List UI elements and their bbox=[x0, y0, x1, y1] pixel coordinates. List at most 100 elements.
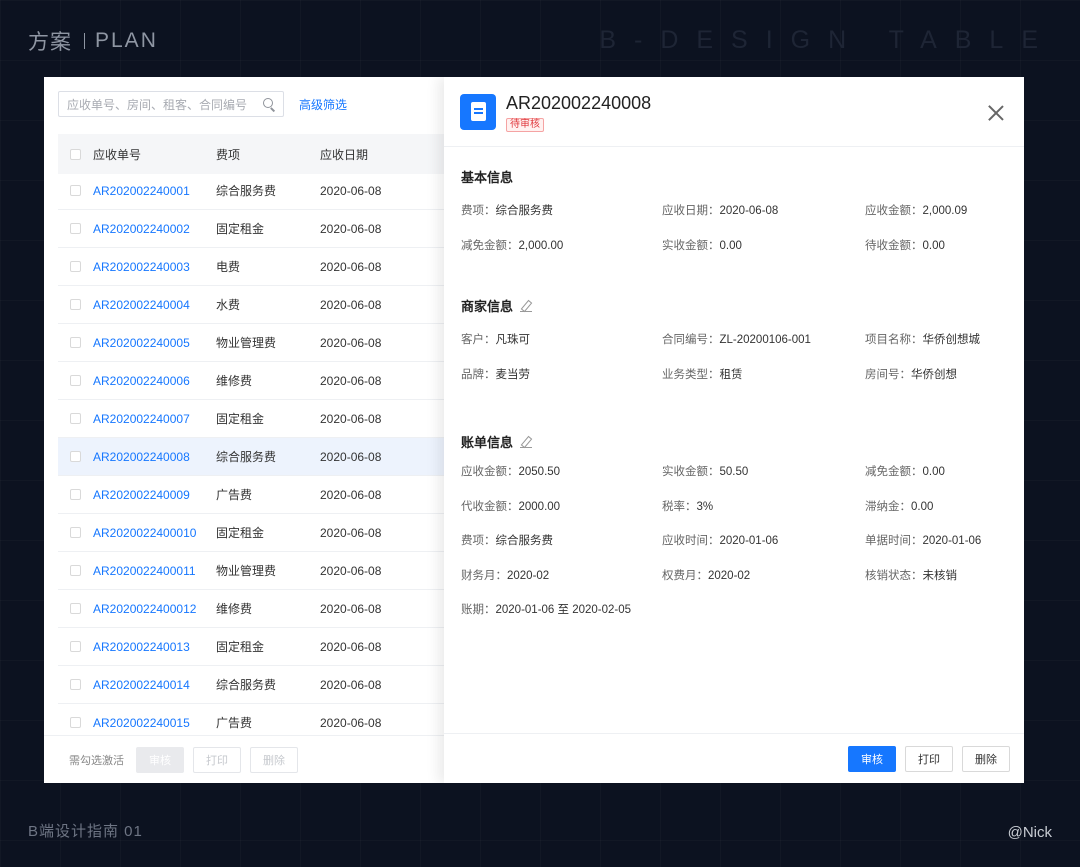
bulk-delete-button[interactable]: 删除 bbox=[250, 746, 298, 773]
detail-drawer: AR202002240008 待审核 基本信息 费项：综合服务费 应收日期：202… bbox=[444, 77, 1024, 783]
field-label: 税率： bbox=[662, 500, 697, 513]
table-row[interactable]: AR202002240001 综合服务费 2020-06-08 bbox=[58, 172, 448, 210]
row-fee: 固定租金 bbox=[216, 412, 265, 426]
approve-button[interactable]: 审核 bbox=[848, 746, 896, 772]
row-checkbox[interactable] bbox=[70, 375, 81, 386]
field-value: 麦当劳 bbox=[495, 369, 531, 381]
field-label: 应收时间： bbox=[662, 535, 720, 547]
row-date: 2020-06-08 bbox=[320, 449, 382, 464]
search-input[interactable]: 应收单号、房间、租客、合同编号 bbox=[58, 91, 284, 117]
row-number-link[interactable]: AR2020022400010 bbox=[93, 526, 196, 540]
row-checkbox[interactable] bbox=[70, 223, 81, 234]
field-label: 滞纳金： bbox=[865, 500, 911, 513]
field-value: 华侨创想城 bbox=[922, 334, 981, 346]
row-number-link[interactable]: AR202002240015 bbox=[93, 716, 190, 730]
table-row[interactable]: AR202002240009 广告费 2020-06-08 bbox=[58, 476, 448, 514]
bill-field: 应收金额：2050.50 bbox=[461, 463, 560, 479]
row-number-link[interactable]: AR2020022400012 bbox=[93, 602, 196, 616]
field-label: 账期： bbox=[461, 604, 496, 616]
row-checkbox[interactable] bbox=[70, 717, 81, 728]
row-fee: 电费 bbox=[216, 260, 241, 274]
merchant-field: 业务类型：租赁 bbox=[662, 366, 743, 382]
advanced-filter-link[interactable]: 高级筛选 bbox=[299, 96, 347, 113]
row-checkbox[interactable] bbox=[70, 603, 81, 614]
row-checkbox[interactable] bbox=[70, 679, 81, 690]
bulk-approve-button[interactable]: 审核 bbox=[136, 746, 184, 773]
field-value: 2020-06-08 bbox=[719, 205, 779, 217]
row-checkbox[interactable] bbox=[70, 261, 81, 272]
row-date: 2020-06-08 bbox=[320, 525, 382, 540]
field-label: 费项： bbox=[461, 535, 496, 547]
search-icon[interactable] bbox=[263, 98, 275, 110]
row-number-link[interactable]: AR202002240013 bbox=[93, 640, 190, 654]
row-checkbox[interactable] bbox=[70, 641, 81, 652]
merchant-field: 合同编号：ZL-20200106-001 bbox=[662, 331, 811, 347]
basic-field: 待收金额：0.00 bbox=[865, 237, 945, 253]
row-number-link[interactable]: AR202002240002 bbox=[93, 222, 190, 236]
table-row[interactable]: AR2020022400012 维修费 2020-06-08 bbox=[58, 590, 448, 628]
table-row[interactable]: AR202002240014 综合服务费 2020-06-08 bbox=[58, 666, 448, 704]
field-value: 2020-02 bbox=[708, 569, 751, 582]
row-fee: 综合服务费 bbox=[216, 450, 277, 464]
row-checkbox[interactable] bbox=[70, 527, 81, 538]
bill-field: 应收时间：2020-01-06 bbox=[662, 532, 778, 548]
row-date: 2020-06-08 bbox=[320, 411, 382, 426]
close-icon[interactable] bbox=[988, 105, 1004, 121]
section-title-basic-text: 基本信息 bbox=[461, 170, 514, 185]
bill-field: 核销状态：未核销 bbox=[865, 567, 957, 583]
field-value: 2020-01-06 bbox=[719, 535, 779, 547]
row-checkbox[interactable] bbox=[70, 413, 81, 424]
edit-merchant-icon[interactable] bbox=[520, 300, 533, 312]
section-title-bill-text: 账单信息 bbox=[461, 435, 514, 450]
row-number-link[interactable]: AR202002240009 bbox=[93, 488, 190, 502]
select-all-checkbox[interactable] bbox=[70, 148, 81, 160]
page-title: 方案 PLAN bbox=[28, 26, 158, 56]
table-row[interactable]: AR202002240005 物业管理费 2020-06-08 bbox=[58, 324, 448, 362]
field-label: 客户： bbox=[461, 334, 496, 346]
bill-field: 权费月：2020-02 bbox=[662, 567, 750, 583]
row-date: 2020-06-08 bbox=[320, 487, 382, 502]
row-number-link[interactable]: AR202002240014 bbox=[93, 678, 190, 692]
field-label: 实收金额： bbox=[662, 240, 720, 252]
row-checkbox[interactable] bbox=[70, 299, 81, 310]
basic-field: 应收金额：2,000.09 bbox=[865, 202, 967, 218]
table-row[interactable]: AR202002240013 固定租金 2020-06-08 bbox=[58, 628, 448, 666]
table-row[interactable]: AR202002240006 维修费 2020-06-08 bbox=[58, 362, 448, 400]
field-label: 业务类型： bbox=[662, 369, 720, 381]
row-checkbox[interactable] bbox=[70, 451, 81, 462]
print-button[interactable]: 打印 bbox=[905, 746, 953, 772]
row-number-link[interactable]: AR202002240008 bbox=[93, 450, 190, 464]
field-label: 减免金额： bbox=[865, 466, 923, 478]
row-checkbox[interactable] bbox=[70, 185, 81, 196]
row-number-link[interactable]: AR202002240006 bbox=[93, 374, 190, 388]
bulk-print-button[interactable]: 打印 bbox=[193, 746, 241, 773]
table-row[interactable]: AR202002240002 固定租金 2020-06-08 bbox=[58, 210, 448, 248]
edit-bill-icon[interactable] bbox=[520, 436, 533, 448]
table-row[interactable]: AR2020022400010 固定租金 2020-06-08 bbox=[58, 514, 448, 552]
basic-field: 减免金额：2,000.00 bbox=[461, 237, 563, 253]
row-date: 2020-06-08 bbox=[320, 335, 382, 350]
row-date: 2020-06-08 bbox=[320, 601, 382, 616]
row-checkbox[interactable] bbox=[70, 565, 81, 576]
table-row[interactable]: AR202002240008 综合服务费 2020-06-08 bbox=[58, 438, 448, 476]
field-label: 品牌： bbox=[461, 369, 496, 381]
app-window: 应收单号、房间、租客、合同编号 高级筛选 应收单号 费项 应收日期 AR2020… bbox=[44, 77, 1024, 783]
field-value: 0.00 bbox=[911, 500, 934, 513]
row-number-link[interactable]: AR202002240005 bbox=[93, 336, 190, 350]
field-label: 房间号： bbox=[865, 369, 911, 381]
row-checkbox[interactable] bbox=[70, 489, 81, 500]
row-number-link[interactable]: AR202002240001 bbox=[93, 184, 190, 198]
selection-hint: 需勾选激活 bbox=[69, 754, 124, 767]
table-row[interactable]: AR202002240007 固定租金 2020-06-08 bbox=[58, 400, 448, 438]
table-row[interactable]: AR2020022400011 物业管理费 2020-06-08 bbox=[58, 552, 448, 590]
section-title-merchant-text: 商家信息 bbox=[461, 299, 514, 314]
row-number-link[interactable]: AR202002240003 bbox=[93, 260, 190, 274]
row-number-link[interactable]: AR202002240004 bbox=[93, 298, 190, 312]
row-checkbox[interactable] bbox=[70, 337, 81, 348]
table-row[interactable]: AR202002240003 电费 2020-06-08 bbox=[58, 248, 448, 286]
delete-button[interactable]: 删除 bbox=[962, 746, 1010, 772]
row-number-link[interactable]: AR2020022400011 bbox=[93, 564, 196, 578]
table-row[interactable]: AR202002240004 水费 2020-06-08 bbox=[58, 286, 448, 324]
row-number-link[interactable]: AR202002240007 bbox=[93, 412, 190, 426]
field-label: 代收金额： bbox=[461, 500, 519, 513]
